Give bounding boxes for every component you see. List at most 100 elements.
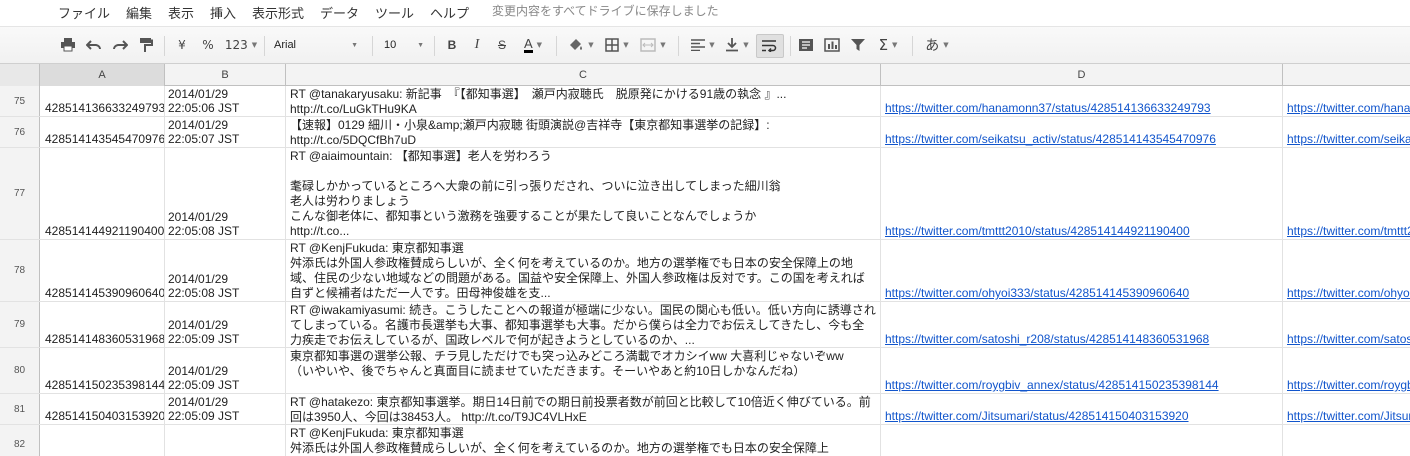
cell-tweet-url-extra[interactable]: https://twitter.com/hanamonn37/status/42… bbox=[1283, 86, 1410, 116]
cell-tweet-id[interactable]: 428514136633249793 bbox=[40, 86, 165, 116]
fill-color-icon[interactable]: ▼ bbox=[566, 35, 596, 55]
tweet-url-link[interactable]: https://twitter.com/hanamonn37/status/42… bbox=[885, 101, 1211, 115]
tweet-url-link-extra[interactable]: https://twitter.com/Jitsumari/status/428… bbox=[1287, 409, 1410, 423]
percent-format-button[interactable]: % bbox=[200, 35, 216, 55]
cell-tweet-id[interactable]: 428514145390960640 bbox=[40, 240, 165, 301]
cell-timestamp[interactable]: 2014/01/29 22:05:09 JST bbox=[165, 302, 286, 347]
menu-insert[interactable]: 挿入 bbox=[210, 3, 236, 22]
tweet-url-link-extra[interactable]: https://twitter.com/hanamonn37/status/42… bbox=[1287, 101, 1410, 115]
menu-format[interactable]: 表示形式 bbox=[252, 3, 304, 22]
font-family-dropdown[interactable]: Arial ▼ bbox=[274, 35, 358, 55]
cell-timestamp[interactable]: 2014/01/29 22:05:08 JST bbox=[165, 240, 286, 301]
tweet-url-link-extra[interactable]: https://twitter.com/tmttt2010/status/428… bbox=[1287, 224, 1410, 238]
menu-file[interactable]: ファイル bbox=[58, 3, 110, 22]
row-header[interactable]: 82 bbox=[0, 425, 40, 456]
column-header-e[interactable] bbox=[1283, 64, 1410, 86]
paint-format-icon[interactable] bbox=[136, 35, 156, 55]
cell-tweet-url[interactable]: https://twitter.com/ohyoi333/status/4285… bbox=[881, 240, 1283, 301]
currency-format-button[interactable]: ¥ bbox=[175, 35, 189, 55]
row-header[interactable]: 79 bbox=[0, 302, 40, 347]
cell-tweet-url[interactable] bbox=[881, 425, 1283, 456]
cell-tweet-url-extra[interactable]: https://twitter.com/seikatsu_activ/statu… bbox=[1283, 117, 1410, 147]
filter-icon[interactable] bbox=[848, 35, 868, 55]
tweet-url-link[interactable]: https://twitter.com/satoshi_r208/status/… bbox=[885, 332, 1209, 346]
cell-tweet-url-extra[interactable]: https://twitter.com/ohyoi333/status/4285… bbox=[1283, 240, 1410, 301]
redo-icon[interactable] bbox=[110, 35, 130, 55]
vertical-align-icon[interactable]: ▼ bbox=[722, 35, 752, 55]
text-color-button[interactable]: A ▼ bbox=[518, 35, 548, 55]
cell-tweet-url[interactable]: https://twitter.com/Jitsumari/status/428… bbox=[881, 394, 1283, 424]
cell-tweet-id[interactable]: 428514144921190400 bbox=[40, 148, 165, 239]
input-tools-button[interactable]: あ ▼ bbox=[920, 35, 954, 55]
cell-tweet-text[interactable]: RT @iwakamiyasumi: 続き。こうしたことへの報道が極端に少ない。… bbox=[286, 302, 881, 347]
cell-tweet-url-extra[interactable]: https://twitter.com/Jitsumari/status/428… bbox=[1283, 394, 1410, 424]
column-header-a[interactable]: A bbox=[40, 64, 165, 86]
row-header[interactable]: 80 bbox=[0, 348, 40, 393]
font-size-dropdown[interactable]: 10 ▼ bbox=[384, 35, 424, 55]
column-header-b[interactable]: B bbox=[165, 64, 286, 86]
functions-icon[interactable]: Σ ▼ bbox=[872, 35, 904, 55]
cell-tweet-text[interactable]: RT @KenjFukuda: 東京都知事選 舛添氏は外国人参政権賛成らしいが、… bbox=[286, 425, 881, 456]
tweet-url-link[interactable]: https://twitter.com/roygbiv_annex/status… bbox=[885, 378, 1219, 392]
cell-timestamp[interactable]: 2014/01/29 22:05:09 JST bbox=[165, 348, 286, 393]
tweet-url-link-extra[interactable]: https://twitter.com/satoshi_r208/status/… bbox=[1287, 332, 1410, 346]
cell-tweet-url[interactable]: https://twitter.com/satoshi_r208/status/… bbox=[881, 302, 1283, 347]
cell-tweet-text[interactable]: RT @tanakaryusaku: 新記事 『【都知事選】 瀬戸内寂聴氏 脱原… bbox=[286, 86, 881, 116]
cell-tweet-id[interactable]: 428514143545470976 bbox=[40, 117, 165, 147]
cell-timestamp[interactable]: 2014/01/29 22:05:08 JST bbox=[165, 148, 286, 239]
cell-tweet-id[interactable]: 428514148360531968 bbox=[40, 302, 165, 347]
print-icon[interactable] bbox=[58, 35, 78, 55]
cell-tweet-id[interactable]: 428514150403153920 bbox=[40, 394, 165, 424]
cell-tweet-id[interactable] bbox=[40, 425, 165, 456]
tweet-url-link[interactable]: https://twitter.com/ohyoi333/status/4285… bbox=[885, 286, 1189, 300]
cell-timestamp[interactable] bbox=[165, 425, 286, 456]
row-header[interactable]: 75 bbox=[0, 86, 40, 116]
menu-view[interactable]: 表示 bbox=[168, 3, 194, 22]
comment-icon[interactable] bbox=[796, 35, 816, 55]
tweet-url-link-extra[interactable]: https://twitter.com/roygbiv_annex/status… bbox=[1287, 378, 1410, 392]
horizontal-align-icon[interactable]: ▼ bbox=[688, 35, 718, 55]
row-header[interactable]: 78 bbox=[0, 240, 40, 301]
cell-tweet-url-extra[interactable] bbox=[1283, 425, 1410, 456]
cell-timestamp[interactable]: 2014/01/29 22:05:07 JST bbox=[165, 117, 286, 147]
cell-tweet-text[interactable]: RT @aiaimountain: 【都知事選】老人を労わろう 耄碌しかかってい… bbox=[286, 148, 881, 239]
menu-tools[interactable]: ツール bbox=[375, 3, 414, 22]
tweet-url-link-extra[interactable]: https://twitter.com/ohyoi333/status/4285… bbox=[1287, 286, 1410, 300]
cell-tweet-url-extra[interactable]: https://twitter.com/tmttt2010/status/428… bbox=[1283, 148, 1410, 239]
bold-button[interactable]: B bbox=[444, 35, 460, 55]
cell-tweet-url-extra[interactable]: https://twitter.com/roygbiv_annex/status… bbox=[1283, 348, 1410, 393]
row-header[interactable]: 76 bbox=[0, 117, 40, 147]
row-header[interactable]: 81 bbox=[0, 394, 40, 424]
tweet-url-link[interactable]: https://twitter.com/seikatsu_activ/statu… bbox=[885, 132, 1216, 146]
column-header-c[interactable]: C bbox=[286, 64, 881, 86]
tweet-url-link[interactable]: https://twitter.com/Jitsumari/status/428… bbox=[885, 409, 1189, 423]
cell-tweet-text[interactable]: RT @KenjFukuda: 東京都知事選 舛添氏は外国人参政権賛成らしいが、… bbox=[286, 240, 881, 301]
tweet-url-link[interactable]: https://twitter.com/tmttt2010/status/428… bbox=[885, 224, 1190, 238]
cell-timestamp[interactable]: 2014/01/29 22:05:09 JST bbox=[165, 394, 286, 424]
select-all-corner[interactable] bbox=[0, 64, 40, 86]
insert-chart-icon[interactable] bbox=[822, 35, 842, 55]
menu-help[interactable]: ヘルプ bbox=[430, 3, 469, 22]
cell-tweet-id[interactable]: 428514150235398144 bbox=[40, 348, 165, 393]
strikethrough-button[interactable]: S bbox=[494, 35, 510, 55]
cell-timestamp[interactable]: 2014/01/29 22:05:06 JST bbox=[165, 86, 286, 116]
tweet-url-link-extra[interactable]: https://twitter.com/seikatsu_activ/statu… bbox=[1287, 132, 1410, 146]
cell-tweet-url[interactable]: https://twitter.com/roygbiv_annex/status… bbox=[881, 348, 1283, 393]
cell-tweet-url[interactable]: https://twitter.com/hanamonn37/status/42… bbox=[881, 86, 1283, 116]
italic-button[interactable]: I bbox=[470, 35, 484, 55]
cell-tweet-url[interactable]: https://twitter.com/seikatsu_activ/statu… bbox=[881, 117, 1283, 147]
cell-tweet-url[interactable]: https://twitter.com/tmttt2010/status/428… bbox=[881, 148, 1283, 239]
cell-tweet-text[interactable]: 東京都知事選の選挙公報、チラ見しただけでも突っ込みどころ満載でオカシイww 大喜… bbox=[286, 348, 881, 393]
merge-cells-icon[interactable]: ▼ bbox=[638, 35, 668, 55]
wrap-text-icon[interactable] bbox=[756, 34, 784, 58]
cell-tweet-text[interactable]: 【速報】0129 細川・小泉&amp;瀬戸内寂聴 街頭演説@吉祥寺【東京都知事選… bbox=[286, 117, 881, 147]
column-header-d[interactable]: D bbox=[881, 64, 1283, 86]
borders-icon[interactable]: ▼ bbox=[602, 35, 632, 55]
menu-data[interactable]: データ bbox=[320, 3, 359, 22]
undo-icon[interactable] bbox=[84, 35, 104, 55]
row-header[interactable]: 77 bbox=[0, 148, 40, 239]
cell-tweet-url-extra[interactable]: https://twitter.com/satoshi_r208/status/… bbox=[1283, 302, 1410, 347]
number-format-dropdown[interactable]: 123 ▼ bbox=[222, 35, 260, 55]
cell-tweet-text[interactable]: RT @hatakezo: 東京都知事選挙。期日14日前での期日前投票者数が前回… bbox=[286, 394, 881, 424]
menu-edit[interactable]: 編集 bbox=[126, 3, 152, 22]
